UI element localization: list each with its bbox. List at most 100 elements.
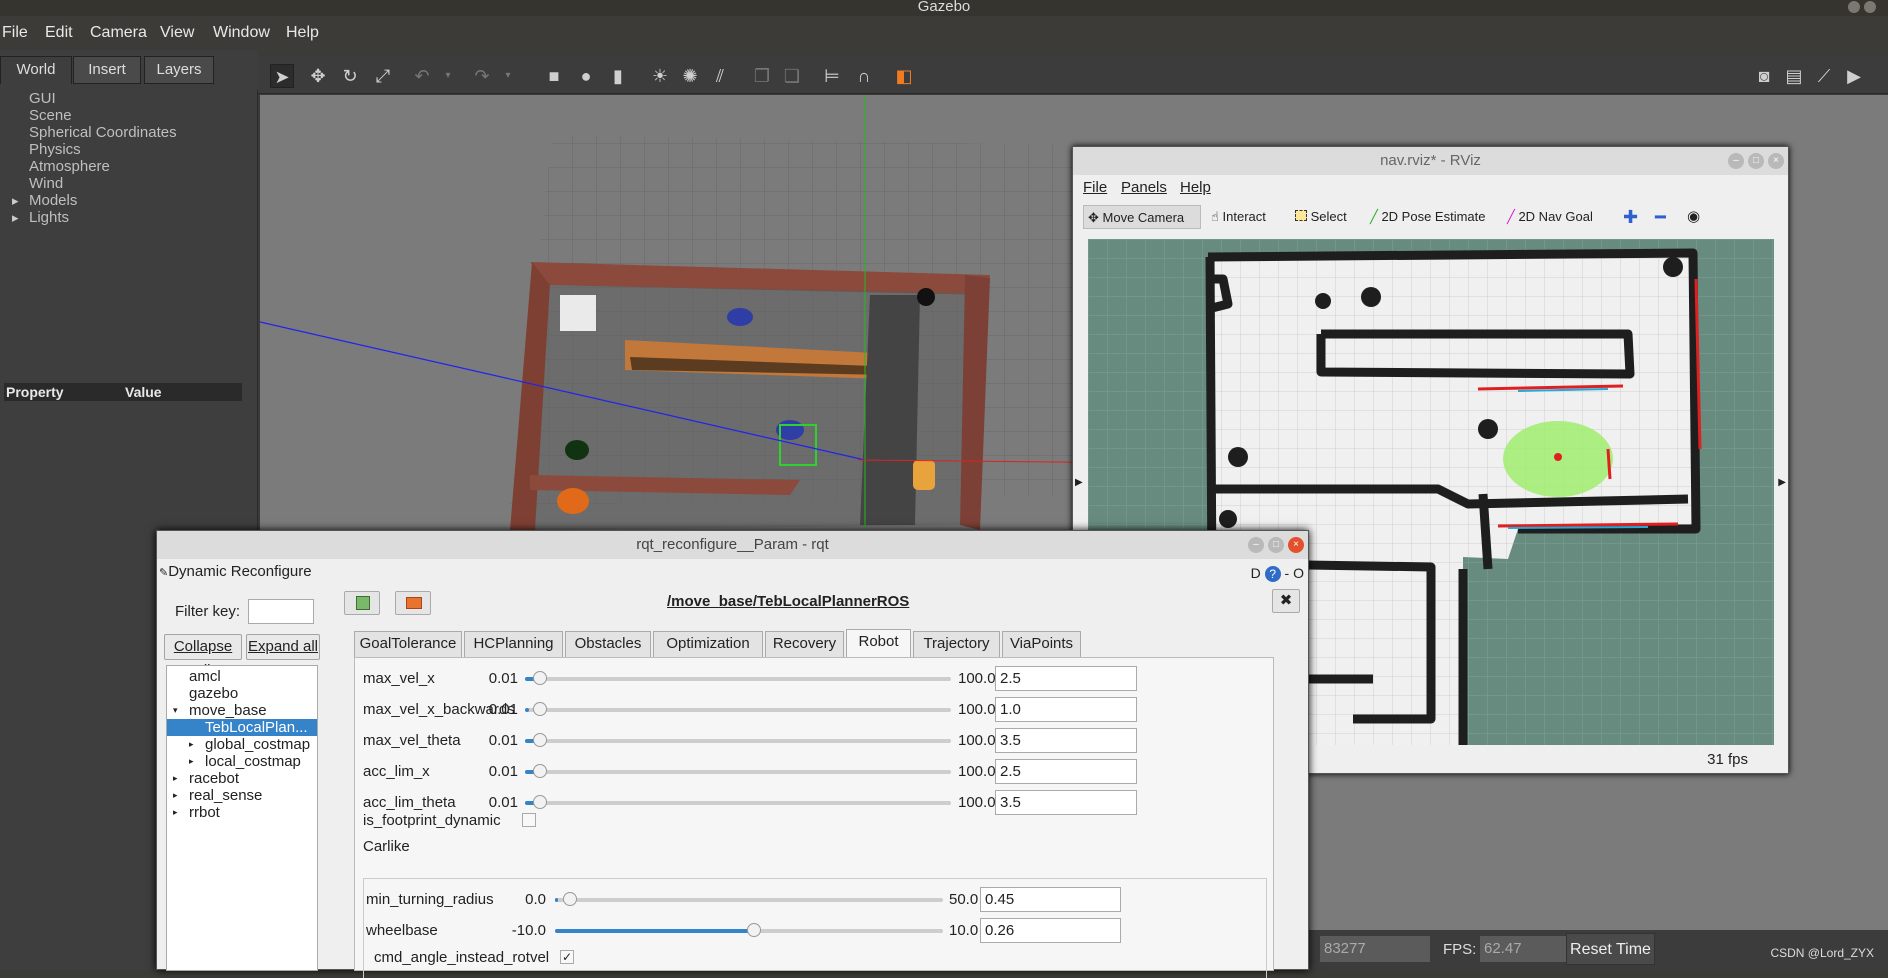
- minimize-button[interactable]: [1848, 1, 1860, 13]
- rviz-menu-panels[interactable]: Panels: [1121, 179, 1167, 196]
- box-icon[interactable]: ■: [542, 64, 566, 88]
- video-icon[interactable]: ▶: [1842, 64, 1866, 88]
- expand-all-button[interactable]: Expand all: [246, 634, 320, 660]
- tab-layers[interactable]: Layers: [144, 56, 214, 84]
- slider-handle[interactable]: [533, 702, 547, 716]
- rviz-minimize-button[interactable]: –: [1728, 153, 1744, 169]
- expand-arrow-icon[interactable]: ▸: [173, 770, 178, 787]
- expand-arrow-icon[interactable]: ▾: [173, 702, 178, 719]
- nav-goal-tool[interactable]: ╱ 2D Nav Goal: [1503, 205, 1593, 229]
- tab-insert[interactable]: Insert: [73, 56, 141, 84]
- node-tree-item[interactable]: TebLocalPlan...: [167, 719, 317, 736]
- dock-label[interactable]: D: [1251, 565, 1261, 581]
- param-slider[interactable]: [525, 795, 951, 809]
- menu-window[interactable]: Window: [213, 24, 270, 42]
- right-collapse-icon[interactable]: ▶: [1778, 477, 1786, 488]
- slider-handle[interactable]: [533, 795, 547, 809]
- pose-estimate-tool[interactable]: ╱ 2D Pose Estimate: [1366, 205, 1486, 229]
- param-value-input[interactable]: 0.26: [980, 918, 1121, 943]
- tab-obstacles[interactable]: Obstacles: [565, 631, 651, 657]
- node-tree-item[interactable]: amcl: [167, 668, 317, 685]
- scale-icon[interactable]: ⤢: [371, 64, 395, 88]
- node-tree-item[interactable]: ▸ global_costmap: [167, 736, 317, 753]
- translate-icon[interactable]: ✥: [306, 64, 330, 88]
- expand-arrow-icon[interactable]: ▸: [173, 804, 178, 821]
- param-slider[interactable]: [525, 733, 951, 747]
- rviz-menu-help[interactable]: Help: [1180, 179, 1211, 196]
- collapse-all-button[interactable]: Collapse all: [164, 634, 242, 679]
- slider-handle[interactable]: [747, 923, 762, 937]
- node-tree-item[interactable]: ▸ real_sense: [167, 787, 317, 804]
- maximize-button[interactable]: [1864, 1, 1876, 13]
- param-value-input[interactable]: 2.5: [995, 666, 1137, 691]
- menu-camera[interactable]: Camera: [90, 24, 147, 42]
- node-tree-item[interactable]: gazebo: [167, 685, 317, 702]
- spot-light-icon[interactable]: ✺: [678, 64, 702, 88]
- screenshot-icon[interactable]: ◙: [1752, 64, 1776, 88]
- view-angle-icon[interactable]: ◧: [892, 64, 916, 88]
- interact-tool[interactable]: ☝ Interact: [1207, 205, 1266, 229]
- panel-splitter[interactable]: [250, 90, 258, 530]
- rqt-close-button[interactable]: ×: [1288, 537, 1304, 553]
- remove-tool-icon[interactable]: ━: [1651, 205, 1666, 229]
- param-slider[interactable]: [525, 764, 951, 778]
- param-slider[interactable]: [525, 702, 951, 716]
- param-value-input[interactable]: 1.0: [995, 697, 1137, 722]
- is-footprint-dynamic-checkbox[interactable]: [522, 813, 536, 827]
- redo-dropdown-icon[interactable]: ▾: [496, 64, 520, 88]
- param-slider[interactable]: [555, 923, 943, 937]
- node-tree-item[interactable]: ▸ racebot: [167, 770, 317, 787]
- log-icon[interactable]: ▤: [1782, 64, 1806, 88]
- tab-trajectory[interactable]: Trajectory: [913, 631, 1000, 657]
- select-mode-icon[interactable]: ➤: [270, 64, 294, 88]
- tab-recovery[interactable]: Recovery: [765, 631, 844, 657]
- left-collapse-icon[interactable]: ▶: [1075, 477, 1083, 488]
- minimize-plugin-icon[interactable]: -: [1285, 565, 1294, 581]
- align-icon[interactable]: ⊨: [820, 64, 844, 88]
- tab-hcplanning[interactable]: HCPlanning: [464, 631, 563, 657]
- select-tool[interactable]: Select: [1291, 205, 1347, 229]
- reset-time-button[interactable]: Reset Time: [1566, 933, 1655, 965]
- close-plugin-icon[interactable]: O: [1293, 565, 1304, 581]
- slider-handle[interactable]: [533, 764, 547, 778]
- slider-handle[interactable]: [533, 733, 547, 747]
- slider-handle[interactable]: [533, 671, 547, 685]
- menu-edit[interactable]: Edit: [45, 24, 73, 42]
- rqt-maximize-button[interactable]: □: [1268, 537, 1284, 553]
- menu-help[interactable]: Help: [286, 24, 319, 42]
- save-params-button[interactable]: [344, 591, 380, 615]
- param-value-input[interactable]: 3.5: [995, 790, 1137, 815]
- tab-robot[interactable]: Robot: [846, 629, 911, 657]
- rviz-maximize-button[interactable]: □: [1748, 153, 1764, 169]
- snap-icon[interactable]: ∩: [852, 64, 876, 88]
- menu-file[interactable]: File: [2, 24, 28, 42]
- rqt-minimize-button[interactable]: –: [1248, 537, 1264, 553]
- copy-icon[interactable]: ❐: [750, 64, 774, 88]
- plot-icon[interactable]: ⟋: [1812, 64, 1836, 88]
- tab-goaltolerance[interactable]: GoalTolerance: [354, 631, 462, 657]
- load-params-button[interactable]: [395, 591, 431, 615]
- cmd-angle-checkbox[interactable]: ✓: [560, 950, 574, 964]
- expand-arrow-icon[interactable]: ▸: [189, 753, 194, 770]
- filter-key-input[interactable]: [248, 599, 314, 624]
- node-tree-item[interactable]: ▸ rrbot: [167, 804, 317, 821]
- directional-light-icon[interactable]: ⫽: [708, 64, 732, 88]
- slider-handle[interactable]: [563, 892, 577, 906]
- undo-dropdown-icon[interactable]: ▾: [436, 64, 460, 88]
- param-slider[interactable]: [555, 892, 943, 906]
- menu-view[interactable]: View: [160, 24, 194, 42]
- point-light-icon[interactable]: ☀: [648, 64, 672, 88]
- help-icon[interactable]: ?: [1264, 566, 1281, 582]
- rviz-close-button[interactable]: ×: [1768, 153, 1784, 169]
- node-tree-item[interactable]: ▸ local_costmap: [167, 753, 317, 770]
- expand-arrow-icon[interactable]: ▸: [12, 209, 19, 226]
- close-node-button[interactable]: ✖: [1272, 589, 1300, 613]
- param-value-input[interactable]: 0.45: [980, 887, 1121, 912]
- expand-arrow-icon[interactable]: ▸: [173, 787, 178, 804]
- expand-arrow-icon[interactable]: ▸: [189, 736, 194, 753]
- sphere-icon[interactable]: ●: [574, 64, 598, 88]
- redo-icon[interactable]: ↷: [470, 64, 494, 88]
- undo-icon[interactable]: ↶: [410, 64, 434, 88]
- move-camera-tool[interactable]: ✥ Move Camera: [1083, 205, 1201, 229]
- tab-viapoints[interactable]: ViaPoints: [1002, 631, 1081, 657]
